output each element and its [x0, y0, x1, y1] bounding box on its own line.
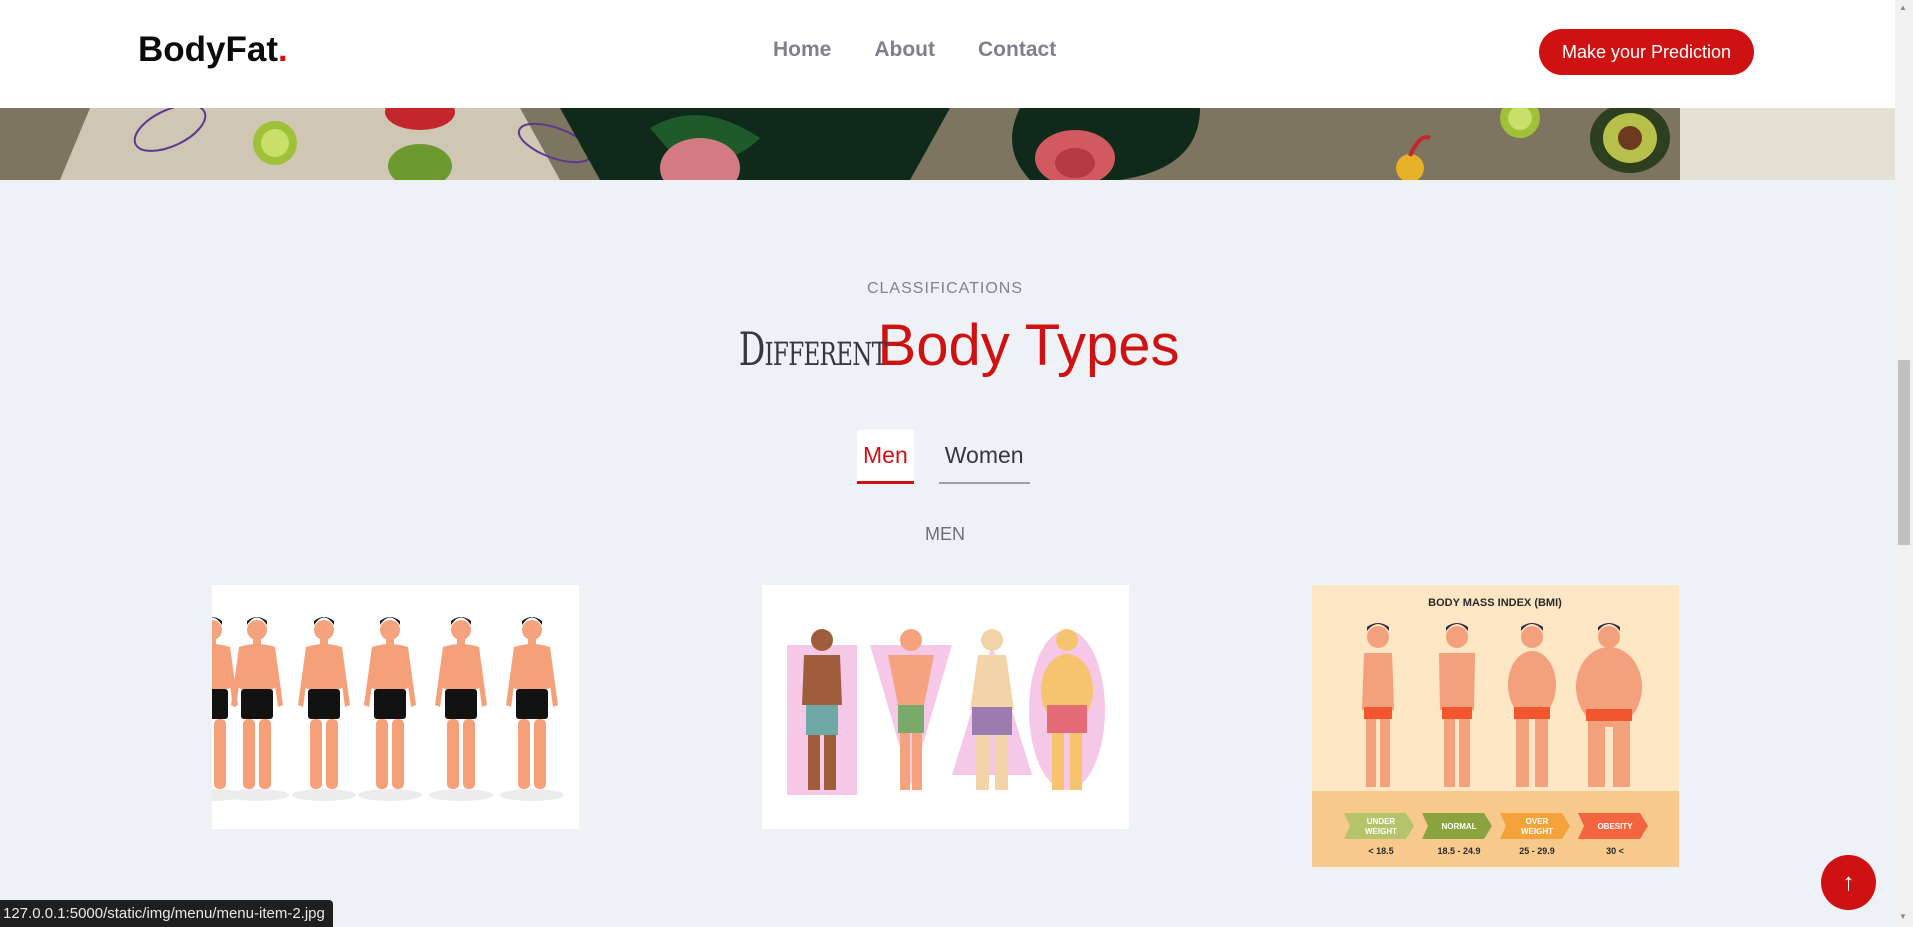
scrollbar-thumb[interactable] [1898, 360, 1910, 545]
men-body-shapes-card[interactable] [762, 585, 1129, 829]
scroll-up-arrow-icon[interactable]: ▲ [1899, 3, 1907, 12]
tab-men[interactable]: Men [857, 430, 914, 484]
logo-text: BodyFat [138, 30, 278, 69]
section-title-thin: Different [739, 322, 887, 376]
site-header: BodyFat. Home About Contact Make your Pr… [0, 0, 1895, 108]
bmi-card[interactable]: BODY MASS INDEX (BMI) UNDER WEIGHT < 18.… [1312, 585, 1679, 867]
section-subtitle: CLASSIFICATIONS [866, 280, 1024, 297]
make-prediction-button[interactable]: Make your Prediction [1539, 29, 1754, 75]
bmi-range-label: 30 < [1606, 846, 1624, 856]
nav-contact-link[interactable]: Contact [978, 38, 1056, 62]
section-title-accent: Body Types [877, 313, 1180, 378]
bmi-badge-label-line2: WEIGHT [1521, 827, 1553, 836]
bmi-range-label: 18.5 - 24.9 [1437, 846, 1480, 856]
men-body-shapes-image [762, 585, 1129, 829]
section-title: DifferentBody Types [0, 312, 1890, 379]
bmi-badge-label: OBESITY [1597, 822, 1633, 831]
browser-status-bar: 127.0.0.1:5000/static/img/menu/menu-item… [0, 900, 333, 927]
bmi-badge-label: OVER [1526, 817, 1549, 826]
hero-food-illustration [0, 108, 1895, 180]
site-logo[interactable]: BodyFat. [138, 30, 288, 70]
bmi-range-label: 25 - 29.9 [1519, 846, 1555, 856]
bmi-range-label: < 18.5 [1368, 846, 1393, 856]
arrow-up-icon: ↑ [1842, 868, 1855, 896]
gender-tabs: Men Women [857, 430, 1030, 484]
bmi-chart-image: BODY MASS INDEX (BMI) UNDERWEIGHT< 18.5N… [1312, 585, 1679, 867]
nav-about-link[interactable]: About [874, 38, 935, 62]
scroll-down-arrow-icon[interactable]: ▼ [1899, 912, 1907, 921]
tab-women[interactable]: Women [938, 430, 1030, 484]
men-body-fat-card[interactable] [212, 585, 579, 829]
bmi-badge-label: UNDER [1367, 817, 1396, 826]
nav-home-link[interactable]: Home [773, 38, 831, 62]
men-body-fat-levels-image [212, 585, 579, 829]
bmi-badge-label-line2: WEIGHT [1365, 827, 1397, 836]
bmi-heading: BODY MASS INDEX (BMI) [1428, 597, 1562, 609]
tab-caption: MEN [925, 524, 965, 544]
main-nav: Home About Contact [773, 38, 1056, 62]
hero-image-strip [0, 108, 1895, 180]
logo-dot: . [278, 30, 288, 69]
page-scrollbar[interactable]: ▲ ▼ [1895, 0, 1913, 927]
bmi-badge-label: NORMAL [1441, 822, 1476, 831]
back-to-top-button[interactable]: ↑ [1821, 855, 1876, 910]
